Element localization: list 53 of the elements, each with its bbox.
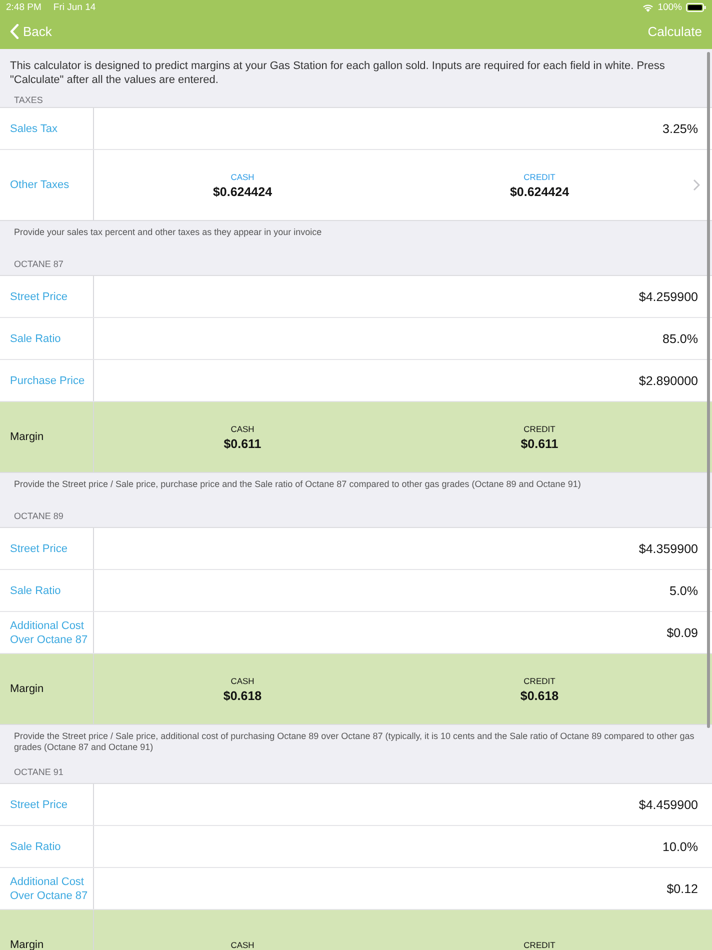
margin-label: Margin — [10, 939, 44, 950]
margin-label: Margin — [10, 683, 44, 695]
credit-label: CREDIT — [524, 172, 556, 182]
cash-value: $0.624424 — [212, 184, 272, 198]
field-label: Sale Ratio — [10, 840, 61, 854]
section-header: OCTANE 87 — [14, 259, 64, 269]
input-field[interactable]: $4.259900 — [638, 290, 698, 304]
status-time: 2:48 PM — [6, 2, 42, 12]
input-field[interactable]: $4.359900 — [638, 542, 698, 556]
input-field[interactable]: 85.0% — [662, 332, 698, 346]
back-chevron-icon — [10, 24, 19, 39]
margin-label: Margin — [10, 431, 44, 443]
section-header: OCTANE 91 — [14, 767, 64, 777]
cash-margin: $0.611 — [224, 436, 262, 450]
input-field[interactable]: 10.0% — [662, 840, 698, 854]
cash-label: CASH — [230, 940, 254, 950]
credit-label: CREDIT — [524, 676, 556, 686]
input-field[interactable]: $0.12 — [666, 882, 698, 896]
cash-label: CASH — [230, 676, 254, 686]
section-footer: Provide the Street price / Sale price, additional cost of purchasing Octane 89 over Octane 87 (typically, it is 10 cents and the Sale ratio of Octane 89 compared to other gas grades (Octane 87 and Octane 91) — [14, 731, 694, 752]
field-label: Other Taxes — [10, 178, 70, 192]
field-label: Additional Cost Over Octane 87 — [10, 874, 89, 902]
field-label: Sale Ratio — [10, 584, 61, 598]
section-footer: Provide the Street price / Sale price, purchase price and the Sale ratio of Octane 87 compared to other gas grades (Octane 89 and Octane 91) — [14, 479, 581, 489]
section-header: TAXES — [14, 95, 43, 105]
status-date: Fri Jun 14 — [53, 2, 96, 12]
input-field[interactable]: $4.459900 — [638, 798, 698, 812]
battery-icon — [686, 2, 706, 12]
credit-label: CREDIT — [524, 424, 556, 434]
chevron-right-icon[interactable] — [693, 179, 700, 191]
field-label: Sale Ratio — [10, 332, 61, 346]
wifi-icon — [642, 2, 654, 12]
credit-label: CREDIT — [524, 940, 556, 950]
credit-margin: $0.618 — [520, 688, 559, 702]
field-label: Sales Tax — [10, 122, 58, 136]
cash-label: CASH — [230, 172, 254, 182]
cash-label: CASH — [230, 424, 254, 434]
input-field[interactable]: 3.25% — [662, 122, 698, 136]
cash-margin: $0.618 — [223, 688, 262, 702]
credit-value: $0.624424 — [510, 184, 570, 198]
field-label: Street Price — [10, 290, 68, 304]
field-label: Street Price — [10, 798, 68, 812]
intro-text: This calculator is designed to predict margins at your Gas Station for each gallon sold. Inputs are required for each field in white. Press "Calculate" after all the values are entered. — [9, 59, 666, 88]
field-label: Purchase Price — [10, 374, 85, 388]
field-label: Additional Cost Over Octane 87 — [10, 618, 89, 646]
credit-margin: $0.611 — [520, 436, 558, 450]
input-field[interactable]: $2.890000 — [638, 374, 698, 388]
input-field[interactable]: 5.0% — [670, 584, 698, 598]
input-field[interactable]: $0.09 — [666, 626, 698, 640]
battery-percent: 100% — [658, 2, 682, 12]
section-footer: Provide your sales tax percent and other taxes as they appear in your invoice — [14, 227, 322, 237]
field-label: Street Price — [10, 542, 68, 556]
section-header: OCTANE 89 — [14, 511, 64, 521]
